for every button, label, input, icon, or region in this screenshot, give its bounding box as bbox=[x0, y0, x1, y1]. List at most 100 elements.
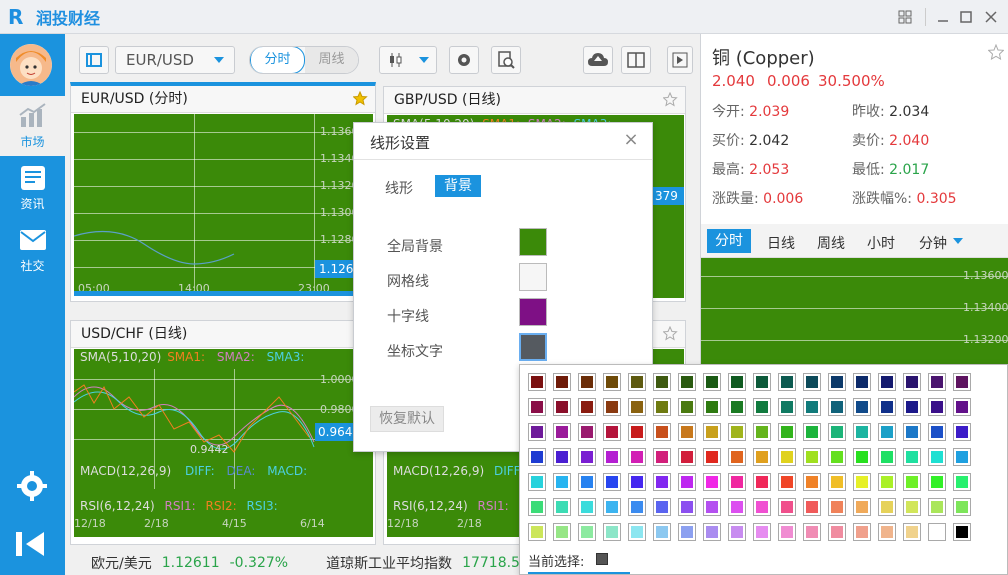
palette-color-cell[interactable] bbox=[853, 523, 871, 541]
palette-color-cell[interactable] bbox=[703, 523, 721, 541]
palette-color-cell[interactable] bbox=[903, 498, 921, 516]
palette-color-cell[interactable] bbox=[678, 473, 696, 491]
palette-color-cell[interactable] bbox=[578, 448, 596, 466]
palette-color-cell[interactable] bbox=[553, 523, 571, 541]
plot-area[interactable]: 1.1360 1.1340 1.1320 1.1300 1.1280 05:00… bbox=[74, 114, 373, 296]
palette-color-cell[interactable] bbox=[753, 498, 771, 516]
palette-color-cell[interactable] bbox=[878, 523, 896, 541]
palette-color-cell[interactable] bbox=[853, 448, 871, 466]
palette-color-cell[interactable] bbox=[553, 423, 571, 441]
palette-color-cell[interactable] bbox=[628, 398, 646, 416]
search-doc-icon[interactable] bbox=[491, 46, 521, 74]
palette-color-cell[interactable] bbox=[528, 448, 546, 466]
color-swatch[interactable] bbox=[519, 298, 547, 326]
palette-color-cell[interactable] bbox=[728, 373, 746, 391]
palette-color-cell[interactable] bbox=[628, 423, 646, 441]
palette-color-cell[interactable] bbox=[678, 523, 696, 541]
palette-color-cell[interactable] bbox=[728, 523, 746, 541]
palette-color-cell[interactable] bbox=[603, 398, 621, 416]
palette-color-cell[interactable] bbox=[653, 448, 671, 466]
palette-color-cell[interactable] bbox=[928, 473, 946, 491]
palette-color-cell[interactable] bbox=[878, 498, 896, 516]
palette-color-cell[interactable] bbox=[828, 398, 846, 416]
sidebar-item-market[interactable]: 市场 bbox=[0, 96, 65, 156]
palette-color-cell[interactable] bbox=[753, 398, 771, 416]
palette-color-cell[interactable] bbox=[653, 373, 671, 391]
plot-area[interactable]: SMA(5,10,20) SMA1: SMA2: SMA3: 1.0000 0.… bbox=[74, 349, 373, 537]
palette-color-cell[interactable] bbox=[528, 398, 546, 416]
palette-color-cell[interactable] bbox=[778, 448, 796, 466]
palette-color-cell[interactable] bbox=[778, 523, 796, 541]
palette-color-cell[interactable] bbox=[578, 423, 596, 441]
palette-color-cell[interactable] bbox=[628, 448, 646, 466]
palette-color-cell[interactable] bbox=[878, 448, 896, 466]
palette-color-cell[interactable] bbox=[653, 473, 671, 491]
palette-color-cell[interactable] bbox=[653, 498, 671, 516]
palette-color-cell[interactable] bbox=[803, 423, 821, 441]
maximize-icon[interactable] bbox=[955, 6, 977, 28]
palette-color-cell[interactable] bbox=[553, 448, 571, 466]
palette-color-cell[interactable] bbox=[528, 473, 546, 491]
palette-color-cell[interactable] bbox=[703, 448, 721, 466]
tab-weekly[interactable]: 周线 bbox=[817, 233, 845, 253]
chart-panel-usdchf[interactable]: USD/CHF (日线) SMA(5,10,20) SMA1: SMA2: SM… bbox=[70, 320, 376, 545]
palette-color-cell[interactable] bbox=[928, 398, 946, 416]
palette-color-cell[interactable] bbox=[928, 448, 946, 466]
palette-color-cell[interactable] bbox=[728, 398, 746, 416]
palette-color-cell[interactable] bbox=[753, 448, 771, 466]
palette-color-cell[interactable] bbox=[828, 373, 846, 391]
palette-color-cell[interactable] bbox=[603, 523, 621, 541]
chart-panel-eurusd[interactable]: EUR/USD (分时) 1.1360 1.1340 1.1320 1.1300… bbox=[70, 82, 376, 302]
scroll-bar[interactable] bbox=[74, 291, 373, 296]
palette-color-cell[interactable] bbox=[853, 473, 871, 491]
palette-color-cell[interactable] bbox=[778, 473, 796, 491]
palette-color-cell[interactable] bbox=[603, 498, 621, 516]
palette-color-cell[interactable] bbox=[903, 423, 921, 441]
palette-color-cell[interactable] bbox=[728, 473, 746, 491]
close-icon[interactable]: × bbox=[622, 131, 640, 149]
palette-color-cell[interactable] bbox=[653, 523, 671, 541]
palette-color-cell[interactable] bbox=[553, 373, 571, 391]
layout-icon[interactable] bbox=[79, 46, 109, 74]
palette-color-cell[interactable] bbox=[653, 423, 671, 441]
reset-default-button[interactable]: 恢复默认 bbox=[370, 406, 444, 432]
palette-color-cell[interactable] bbox=[953, 498, 971, 516]
palette-color-cell[interactable] bbox=[928, 523, 946, 541]
palette-color-cell[interactable] bbox=[853, 423, 871, 441]
palette-color-cell[interactable] bbox=[603, 448, 621, 466]
palette-color-cell[interactable] bbox=[778, 398, 796, 416]
palette-color-cell[interactable] bbox=[928, 373, 946, 391]
star-icon[interactable] bbox=[353, 91, 369, 107]
palette-color-cell[interactable] bbox=[953, 448, 971, 466]
palette-color-cell[interactable] bbox=[553, 473, 571, 491]
palette-color-cell[interactable] bbox=[578, 498, 596, 516]
palette-color-cell[interactable] bbox=[603, 423, 621, 441]
palette-color-cell[interactable] bbox=[753, 523, 771, 541]
palette-color-cell[interactable] bbox=[803, 498, 821, 516]
palette-color-cell[interactable] bbox=[528, 498, 546, 516]
palette-color-cell[interactable] bbox=[678, 448, 696, 466]
palette-color-cell[interactable] bbox=[878, 473, 896, 491]
tab-daily[interactable]: 日线 bbox=[767, 233, 795, 253]
palette-color-cell[interactable] bbox=[853, 498, 871, 516]
collapse-sidebar-icon[interactable] bbox=[12, 526, 52, 562]
palette-color-cell[interactable] bbox=[903, 398, 921, 416]
candle-type-select[interactable] bbox=[379, 46, 437, 74]
star-icon[interactable] bbox=[663, 326, 679, 342]
palette-color-cell[interactable] bbox=[628, 473, 646, 491]
palette-color-cell[interactable] bbox=[878, 423, 896, 441]
avatar[interactable] bbox=[10, 44, 52, 86]
expand-panel-icon[interactable] bbox=[667, 46, 693, 74]
segment-weekly[interactable]: 周线 bbox=[305, 47, 358, 73]
palette-color-cell[interactable] bbox=[678, 423, 696, 441]
palette-color-cell[interactable] bbox=[853, 373, 871, 391]
palette-color-cell[interactable] bbox=[703, 398, 721, 416]
palette-color-cell[interactable] bbox=[628, 498, 646, 516]
palette-color-cell[interactable] bbox=[678, 373, 696, 391]
palette-color-cell[interactable] bbox=[803, 448, 821, 466]
cloud-upload-icon[interactable] bbox=[583, 46, 613, 74]
palette-color-cell[interactable] bbox=[778, 423, 796, 441]
palette-color-cell[interactable] bbox=[878, 373, 896, 391]
palette-color-cell[interactable] bbox=[703, 373, 721, 391]
palette-color-cell[interactable] bbox=[803, 523, 821, 541]
